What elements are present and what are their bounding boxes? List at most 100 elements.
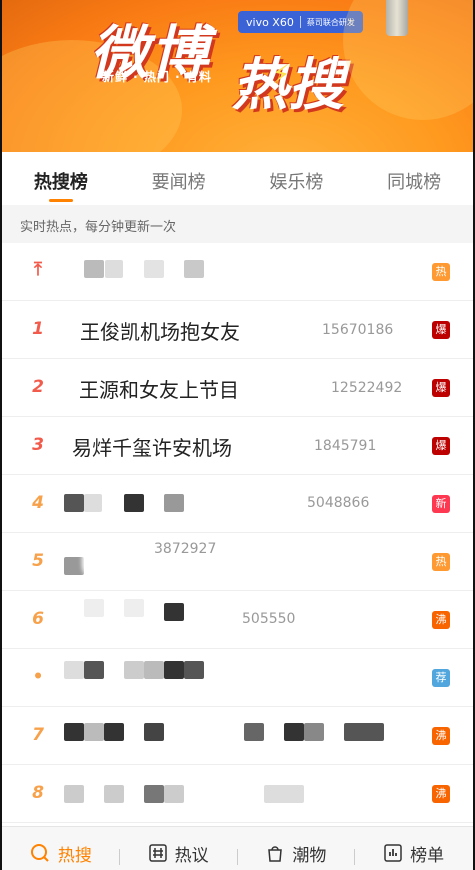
nav-discussion[interactable]: 热议: [120, 827, 238, 870]
list-item[interactable]: 5 3872927 热: [2, 533, 473, 591]
boil-tag: 沸: [432, 727, 450, 745]
redacted-title: [124, 494, 144, 512]
redacted-title: [344, 723, 384, 741]
boom-tag: 爆: [432, 321, 450, 339]
boom-tag: 爆: [432, 437, 450, 455]
heat-count: 15670186: [322, 322, 394, 338]
update-notice: 实时热点，每分钟更新一次: [2, 205, 473, 243]
boil-tag: 沸: [432, 785, 450, 803]
chart-icon: [384, 844, 402, 862]
heat-count: 12522492: [331, 380, 403, 396]
list-item[interactable]: 3 易烊千玺许安机场 1845791 爆: [2, 417, 473, 475]
list-item[interactable]: 2 王源和女友上节目 12522492 爆: [2, 359, 473, 417]
redacted-title: [64, 557, 84, 575]
redacted-title: [164, 661, 184, 679]
redacted-title: [144, 661, 164, 679]
redacted-title: [84, 661, 104, 679]
recommended-row[interactable]: • 荐: [2, 649, 473, 707]
redacted-title: [264, 785, 304, 803]
heat-count: 5048866: [307, 495, 370, 511]
sponsor-subtitle: 蔡司联合研发: [306, 17, 355, 27]
redacted-title: [64, 494, 84, 512]
list-item[interactable]: 7 沸: [2, 707, 473, 765]
rank-number: 5: [32, 551, 44, 571]
rank-number: 3: [32, 435, 44, 455]
new-tag: 新: [432, 495, 450, 513]
topic-title: 王源和女友上节目: [79, 378, 239, 402]
hot-tag: 热: [432, 263, 450, 281]
tab-local[interactable]: 同城榜: [355, 152, 473, 204]
nav-rankings[interactable]: 榜单: [355, 827, 473, 870]
pinned-row[interactable]: ⤒ 热: [2, 243, 473, 301]
hot-tag: 热: [432, 553, 450, 571]
sponsor-divider: [299, 16, 301, 28]
redacted-title: [164, 603, 184, 621]
pin-top-icon: ⤒: [34, 259, 42, 280]
redacted-title: [84, 723, 104, 741]
topic-title: 王俊凯机场抱女友: [80, 320, 240, 344]
redacted-title: [84, 260, 104, 278]
redacted-title: [84, 599, 104, 617]
title-highlight: [82, 541, 162, 581]
banner-slogan: 新鲜 · 热门 · 有料: [102, 70, 212, 84]
nav-label: 热议: [174, 845, 209, 866]
hot-search-list: ⤒ 热 1 王俊凯机场抱女友 15670186 爆 2 王源和女友上节目 125…: [2, 243, 473, 823]
heat-count: 3872927: [154, 541, 217, 557]
heat-count: 1845791: [314, 438, 377, 454]
redacted-title: [124, 599, 144, 617]
list-item[interactable]: 4 5048866 新: [2, 475, 473, 533]
list-item[interactable]: 8 沸: [2, 765, 473, 823]
rank-number: 4: [32, 493, 44, 513]
redacted-title: [64, 661, 84, 679]
rank-number: 8: [32, 783, 44, 803]
search-icon: [30, 844, 49, 862]
topic-title: 易烊千玺许安机场: [72, 436, 232, 460]
tab-news[interactable]: 要闻榜: [120, 152, 238, 204]
list-item[interactable]: 6 505550 沸: [2, 591, 473, 649]
sponsor-badge[interactable]: vivo X60 蔡司联合研发: [238, 11, 363, 33]
sponsor-name: vivo X60: [246, 15, 294, 29]
rank-number: 1: [32, 319, 44, 339]
tab-entertainment[interactable]: 娱乐榜: [238, 152, 356, 204]
nav-trends[interactable]: 潮物: [238, 827, 356, 870]
redacted-title: [144, 260, 164, 278]
redacted-title: [64, 785, 84, 803]
boil-tag: 沸: [432, 611, 450, 629]
redacted-title: [144, 785, 164, 803]
rank-number: 6: [32, 609, 44, 629]
redacted-title: [105, 260, 123, 278]
nav-label: 潮物: [292, 845, 327, 866]
tab-hot-search[interactable]: 热搜榜: [2, 152, 120, 204]
bottom-navigation: 热搜 热议 潮物 榜单: [2, 826, 473, 870]
list-item[interactable]: 1 王俊凯机场抱女友 15670186 爆: [2, 301, 473, 359]
redacted-title: [184, 661, 204, 679]
redacted-title: [284, 723, 304, 741]
boom-tag: 爆: [432, 379, 450, 397]
redacted-title: [244, 723, 264, 741]
nav-hot-search[interactable]: 热搜: [2, 827, 120, 870]
recommend-dot: •: [32, 667, 44, 687]
hashtag-icon: [148, 844, 167, 862]
redacted-title: [144, 723, 164, 741]
redacted-title: [104, 785, 124, 803]
redacted-title: [164, 494, 184, 512]
rank-number: 7: [32, 725, 44, 745]
redacted-title: [164, 785, 184, 803]
redacted-title: [304, 723, 324, 741]
ranking-tabs: 热搜榜 要闻榜 娱乐榜 同城榜: [2, 152, 473, 204]
redacted-title: [124, 661, 144, 679]
weibo-hot-search-screen: 微博 热搜 ⚡ 新鲜 · 热门 · 有料 vivo X60 蔡司联合研发 热搜榜…: [2, 0, 473, 870]
nav-label: 榜单: [410, 845, 445, 866]
lightning-icon: ⚡: [272, 60, 291, 90]
hot-search-banner: 微博 热搜 ⚡ 新鲜 · 热门 · 有料 vivo X60 蔡司联合研发: [2, 0, 473, 152]
redacted-title: [84, 494, 102, 512]
recommend-tag: 荐: [432, 669, 450, 687]
heat-count: 505550: [242, 611, 296, 627]
bag-icon: [268, 846, 283, 862]
redacted-title: [64, 723, 84, 741]
redacted-title: [104, 723, 124, 741]
redacted-title: [184, 260, 204, 278]
sponsor-phone-image: [386, 0, 408, 36]
rank-number: 2: [32, 377, 44, 397]
nav-label: 热搜: [57, 845, 92, 866]
